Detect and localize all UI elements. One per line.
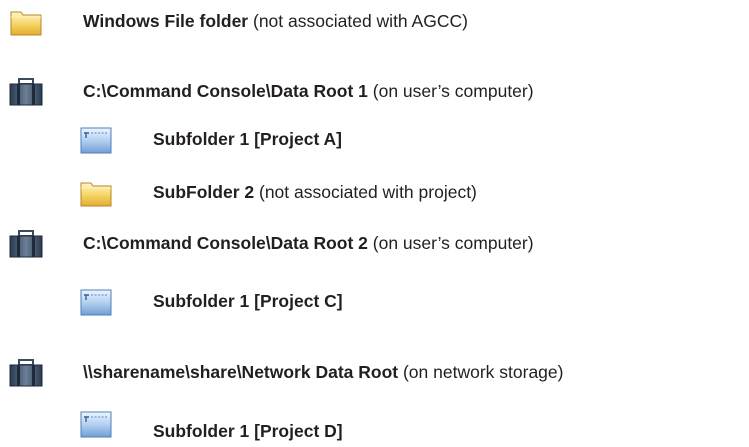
yellow-folder-icon xyxy=(78,177,114,209)
project-folder-icon xyxy=(78,124,114,156)
tree-item-data-root-1[interactable]: C:\Command Console\Data Root 1 (on user’… xyxy=(8,76,728,108)
tree-item-subfolder-2[interactable]: SubFolder 2 (not associated with project… xyxy=(78,177,718,209)
item-name: \\sharename\share\Network Data Root xyxy=(83,362,399,382)
item-name: C:\Command Console\Data Root 1 xyxy=(83,81,368,101)
yellow-folder-icon xyxy=(8,6,44,38)
tree-item-subfolder-project-c[interactable]: Subfolder 1 [Project C] xyxy=(78,286,718,318)
tree-item-data-root-2[interactable]: C:\Command Console\Data Root 2 (on user’… xyxy=(8,228,728,260)
item-name: SubFolder 2 xyxy=(153,182,255,202)
item-note: (not associated with AGCC) xyxy=(253,11,468,31)
item-note: (on user’s computer) xyxy=(372,233,534,253)
project-folder-icon xyxy=(78,408,114,440)
item-note: (on user’s computer) xyxy=(372,81,534,101)
item-name: Subfolder 1 [Project A] xyxy=(153,129,342,149)
tree-item-network-data-root[interactable]: \\sharename\share\Network Data Root (on … xyxy=(8,357,743,389)
data-root-icon xyxy=(8,228,44,260)
item-name: Subfolder 1 [Project D] xyxy=(153,421,343,441)
tree-item-subfolder-project-d[interactable]: Subfolder 1 [Project D] xyxy=(78,411,718,444)
item-name: C:\Command Console\Data Root 2 xyxy=(83,233,368,253)
data-root-icon xyxy=(8,357,44,389)
item-name: Subfolder 1 [Project C] xyxy=(153,291,343,311)
project-folder-icon xyxy=(78,286,114,318)
data-root-icon xyxy=(8,76,44,108)
item-note: (not associated with project) xyxy=(259,182,477,202)
item-note: (on network storage) xyxy=(402,362,564,382)
item-name: Windows File folder xyxy=(83,11,249,31)
tree-item-subfolder-project-a[interactable]: Subfolder 1 [Project A] xyxy=(78,124,718,156)
tree-item-windows-file-folder[interactable]: Windows File folder (not associated with… xyxy=(8,6,728,38)
